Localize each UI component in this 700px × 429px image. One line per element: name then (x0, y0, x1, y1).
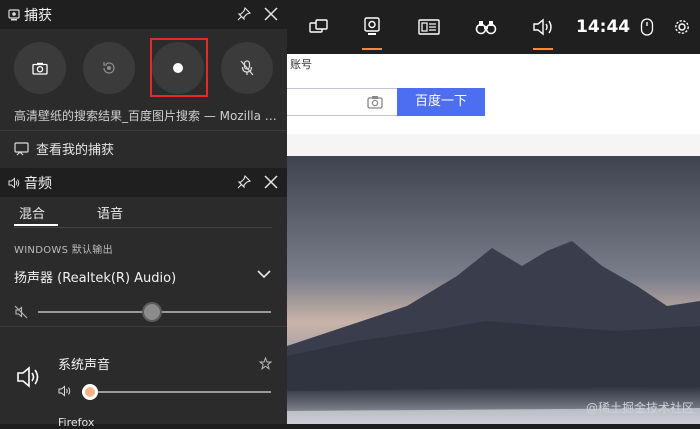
looking-for-group-button[interactable] (466, 0, 506, 54)
speaker-icon (533, 18, 552, 36)
mic-toggle-button[interactable] (221, 42, 273, 94)
mic-off-icon (240, 60, 254, 76)
view-captures-label: 查看我的捕获 (36, 143, 115, 158)
pin-icon[interactable] (237, 175, 251, 189)
view-captures-link[interactable]: 查看我的捕获 (14, 139, 114, 158)
wallpaper-image (287, 156, 700, 424)
system-volume-slider-thumb[interactable] (82, 384, 98, 400)
screenshot-button[interactable] (14, 42, 66, 94)
browser-webpage: 账号 百度一下 @稀土掘金技术社区 (287, 54, 700, 424)
capture-panel-title: 捕获 (24, 7, 52, 24)
mouse-settings-button[interactable] (627, 0, 667, 54)
divider (0, 326, 287, 327)
capture-widget-icon (364, 17, 380, 35)
star-icon[interactable] (259, 357, 272, 370)
audio-widget-button[interactable] (523, 0, 563, 54)
watermark: @稀土掘金技术社区 (585, 401, 694, 415)
baidu-search-button[interactable]: 百度一下 (397, 88, 485, 116)
record-last-icon (103, 62, 115, 74)
widget-icon (309, 19, 328, 33)
performance-widget-button[interactable] (409, 0, 449, 54)
divider (14, 227, 272, 228)
system-sound-icon (17, 366, 39, 388)
chevron-down-icon[interactable] (256, 269, 272, 279)
search-input[interactable] (287, 88, 398, 116)
audio-panel: 音频 混合 语音 WINDOWS 默认输出 扬声器 (Realtek(R) Au… (0, 168, 287, 429)
active-tab-indicator (14, 224, 58, 226)
record-last-30s-button[interactable] (83, 42, 135, 94)
tab-voice[interactable]: 语音 (97, 203, 123, 222)
muted-speaker-icon[interactable] (14, 305, 28, 319)
close-icon[interactable] (263, 6, 279, 22)
mouse-icon (640, 18, 654, 36)
camera-icon (32, 62, 48, 75)
performance-icon (418, 19, 440, 35)
volume-small-icon (58, 385, 71, 397)
gear-icon (675, 20, 689, 34)
output-device-name: 扬声器 (Realtek(R) Audio) (14, 271, 177, 286)
web-partial-text: 账号 (290, 58, 312, 71)
capture-widget-button[interactable] (352, 0, 392, 54)
widget-menu-button[interactable] (299, 0, 339, 54)
capture-target-window-title: 高清壁纸的搜索结果_百度图片搜索 — Mozilla Firefox (14, 109, 279, 123)
highlight-box (150, 38, 208, 97)
camera-search-icon[interactable] (367, 94, 383, 110)
game-bar-topbar: 14:44 (287, 0, 700, 54)
gallery-icon (14, 141, 29, 155)
binoculars-icon (475, 21, 497, 35)
audio-tabs: 混合 语音 (0, 197, 287, 228)
tab-mix[interactable]: 混合 (19, 203, 45, 222)
divider (0, 130, 287, 131)
pin-icon[interactable] (237, 7, 251, 21)
capture-panel: 捕获 高清壁纸的搜索结果_百度图片搜索 — Mozilla Firefox 查看… (0, 0, 287, 168)
speaker-small-icon (8, 176, 20, 189)
app-volume-label-firefox: Firefox (58, 416, 95, 429)
close-icon[interactable] (263, 174, 279, 190)
audio-panel-title: 音频 (24, 175, 52, 192)
capture-header-icon (8, 8, 20, 20)
clock-time: 14:44 (576, 17, 631, 37)
master-volume-slider-thumb[interactable] (142, 302, 163, 322)
system-sound-label: 系统声音 (58, 358, 111, 373)
default-output-label: WINDOWS 默认输出 (14, 245, 113, 256)
system-volume-track[interactable] (82, 391, 271, 393)
audio-panel-header[interactable]: 音频 (0, 168, 287, 197)
capture-panel-header[interactable]: 捕获 (0, 0, 287, 29)
divider (287, 134, 700, 156)
settings-button[interactable] (662, 0, 700, 54)
